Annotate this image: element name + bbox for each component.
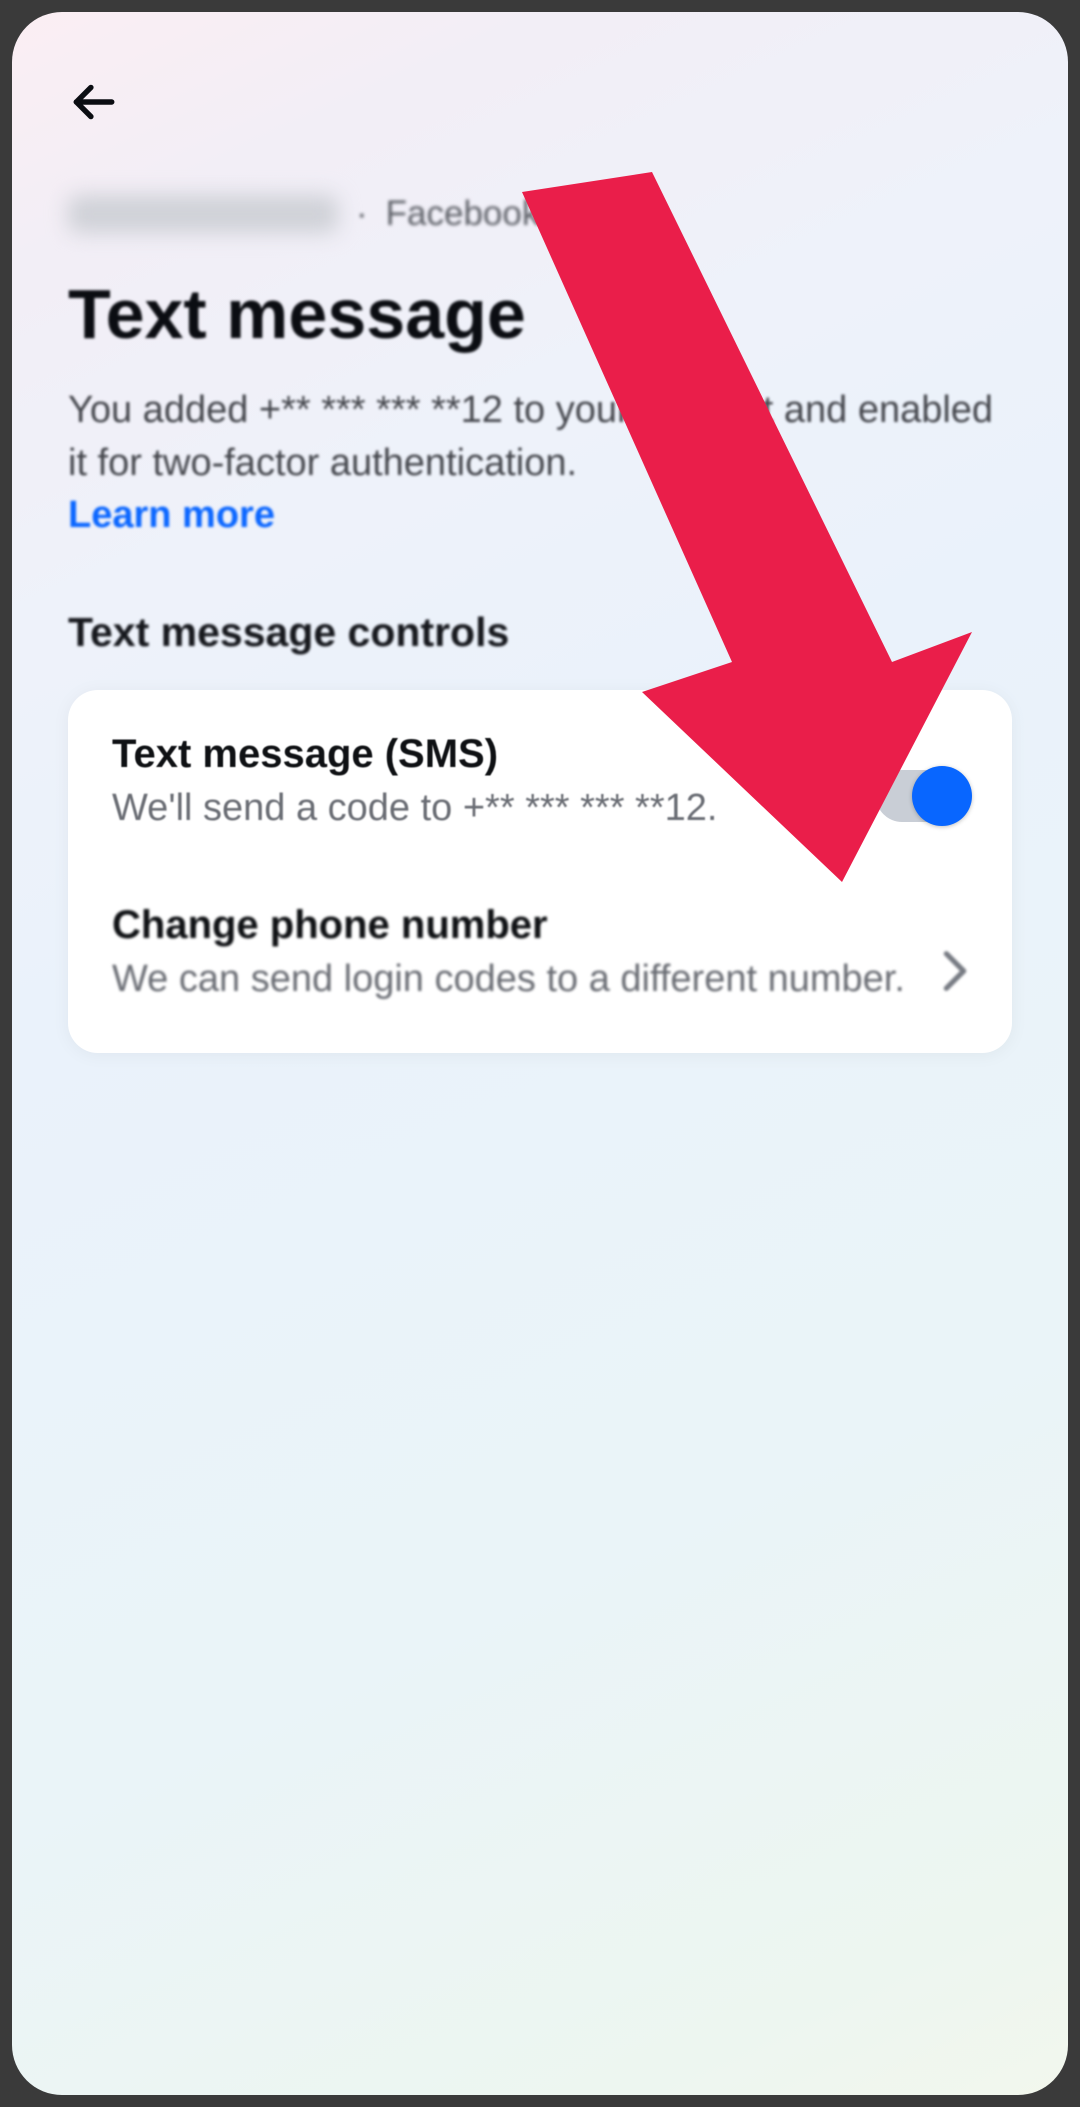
sms-title: Text message (SMS): [112, 732, 846, 777]
page-title: Text message: [68, 274, 1012, 354]
chevron-right-icon: [942, 949, 968, 998]
back-button[interactable]: [68, 74, 128, 134]
arrow-left-icon: [68, 77, 118, 132]
change-phone-title: Change phone number: [112, 903, 912, 948]
breadcrumb-separator: ·: [356, 194, 368, 234]
breadcrumb-account-redacted: [68, 195, 338, 233]
toggle-knob: [912, 766, 972, 826]
page-description: You added +** *** *** **12 to your accou…: [68, 384, 1012, 490]
sms-toggle-row: Text message (SMS) We'll send a code to …: [112, 732, 968, 834]
sms-toggle[interactable]: [876, 770, 968, 822]
settings-screen: · Facebook Text message You added +** **…: [12, 12, 1068, 2095]
controls-card: Text message (SMS) We'll send a code to …: [68, 690, 1012, 1053]
section-heading: Text message controls: [68, 609, 1012, 656]
breadcrumb: · Facebook: [68, 194, 1012, 234]
change-phone-subtitle: We can send login codes to a different n…: [112, 954, 912, 1005]
learn-more-link[interactable]: Learn more: [68, 494, 275, 537]
breadcrumb-app: Facebook: [386, 194, 540, 234]
sms-subtitle: We'll send a code to +** *** *** **12.: [112, 783, 846, 834]
change-phone-row[interactable]: Change phone number We can send login co…: [112, 903, 968, 1005]
